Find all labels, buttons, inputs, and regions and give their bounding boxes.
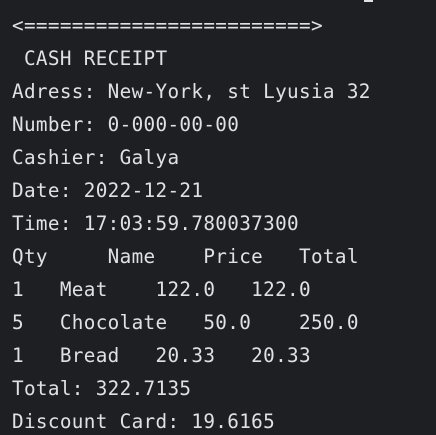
receipt-table-header: Qty Name Price Total — [12, 245, 359, 268]
receipt-discount-card: Discount Card: 19.6165 — [12, 410, 276, 433]
receipt-cashier: Cashier: Galya — [12, 146, 180, 169]
receipt-border-line: <========================> — [12, 14, 323, 37]
receipt-address: Adress: New-York, st Lyusia 32 — [12, 80, 371, 103]
receipt-date: Date: 2022-12-21 — [12, 179, 204, 202]
receipt-time: Time: 17:03:59.780037300 — [12, 212, 299, 235]
receipt-item-row: 1 Meat 122.0 122.0 — [12, 278, 311, 301]
receipt-total: Total: 322.7135 — [12, 377, 192, 400]
receipt-title: CASH RECEIPT — [12, 47, 168, 70]
receipt-item-row: 1 Bread 20.33 20.33 — [12, 344, 311, 367]
receipt-item-row: 5 Chocolate 50.0 250.0 — [12, 311, 359, 334]
console-output: <========================> CASH RECEIPT … — [0, 0, 436, 435]
text-caret — [364, 0, 373, 2]
receipt-number: Number: 0-000-00-00 — [12, 113, 240, 136]
